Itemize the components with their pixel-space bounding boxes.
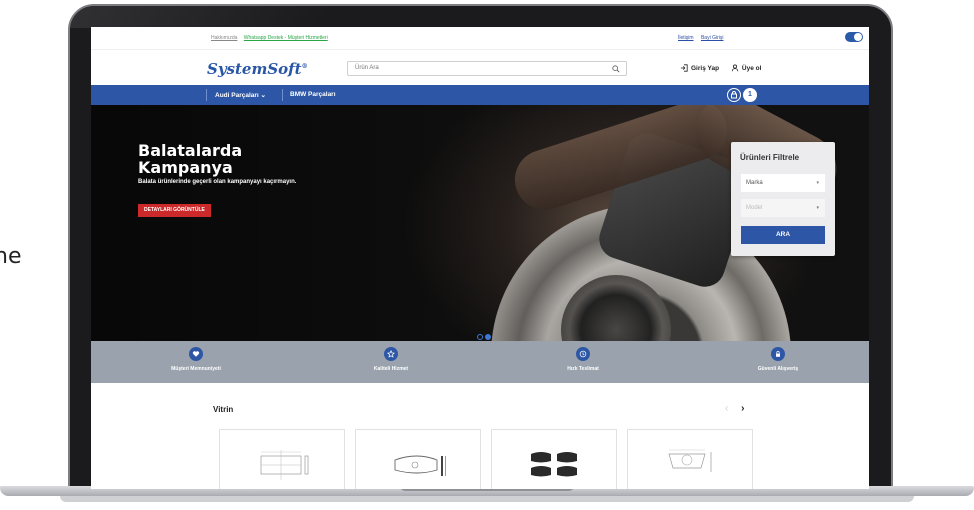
shopping-bag-icon	[727, 88, 741, 102]
slider-dot[interactable]	[477, 334, 483, 340]
cart-count-badge: 1	[743, 88, 757, 102]
slider-dot-active[interactable]	[485, 334, 491, 340]
feature-quality-service: Kaliteli Hizmet	[331, 347, 451, 372]
filter-title: Ürünleri Filtrele	[740, 153, 800, 162]
feature-secure-shopping: Güvenli Alışveriş	[718, 347, 838, 372]
laptop-base	[0, 486, 974, 510]
product-filter-panel: Ürünleri Filtrele Marka ▾ Model ▾ ARA	[731, 142, 835, 256]
lock-icon	[771, 347, 785, 361]
brand-select-value: Marka	[746, 180, 763, 186]
register-label: Üye ol	[741, 64, 762, 72]
brake-pad-set-image	[531, 452, 577, 477]
register-button[interactable]: Üye ol	[731, 64, 762, 72]
about-link[interactable]: Hakkımızda	[211, 35, 237, 41]
hero-details-button[interactable]: DETAYLARI GÖRÜNTÜLE	[138, 204, 211, 217]
model-select[interactable]: Model ▾	[741, 199, 825, 217]
chevron-right-icon[interactable]: ›	[741, 403, 744, 414]
clock-icon	[576, 347, 590, 361]
logo-text: SystemSoft	[207, 60, 302, 78]
top-bar: Hakkımızda Whatsapp Destek - Müşteri Hiz…	[91, 27, 869, 49]
chevron-down-icon: ▾	[816, 180, 819, 186]
header-actions: Giriş Yap Üye ol	[680, 64, 771, 74]
search-placeholder: Ürün Ara	[355, 65, 379, 71]
top-bar-right: İletişim Bayi Girişi	[678, 35, 729, 41]
feature-fast-delivery: Hızlı Teslimat	[523, 347, 643, 372]
nav-item-bmw[interactable]: BMW Parçaları	[290, 91, 336, 98]
logo-mark: ®	[301, 63, 308, 70]
brake-pad-drawing-image	[668, 449, 712, 472]
theme-toggle[interactable]	[845, 32, 863, 42]
laptop-screen: Hakkımızda Whatsapp Destek - Müşteri Hiz…	[91, 27, 869, 489]
feature-label: Kaliteli Hizmet	[373, 366, 409, 372]
showcase-title: Vitrin	[213, 405, 234, 414]
chevron-down-icon: ▾	[816, 205, 819, 211]
product-card[interactable]	[627, 429, 753, 489]
brand-select[interactable]: Marka ▾	[741, 174, 825, 192]
whatsapp-support-link[interactable]: Whatsapp Destek - Müşteri Hizmetleri	[244, 35, 328, 41]
hero-description: Balata ürünlerinde geçerli olan kampanya…	[138, 179, 297, 185]
side-fragment-text: ne	[0, 244, 22, 269]
search-input[interactable]: Ürün Ara	[347, 61, 627, 76]
main-nav: Audi Parçaları ⌄ BMW Parçaları 1	[91, 85, 869, 105]
chevron-down-icon: ⌄	[260, 92, 266, 99]
feature-label: Hızlı Teslimat	[567, 366, 599, 372]
filter-search-button[interactable]: ARA	[741, 226, 825, 244]
nav-divider	[206, 89, 207, 101]
contact-link[interactable]: İletişim	[678, 35, 694, 41]
nav-item-audi[interactable]: Audi Parçaları ⌄	[215, 91, 266, 99]
nav-item-audi-label: Audi Parçaları	[215, 92, 259, 99]
slider-dots	[477, 327, 493, 341]
laptop-shadow	[60, 496, 914, 502]
cart-button[interactable]: 1	[727, 88, 760, 102]
model-select-value: Model	[746, 205, 763, 211]
features-bar: Müşteri Memnuniyeti Kaliteli Hizmet Hızl…	[91, 341, 869, 383]
product-card[interactable]	[219, 429, 345, 489]
feature-label: Güvenli Alışveriş	[757, 366, 799, 372]
hero-title: Balatalarda Kampanya	[138, 141, 243, 177]
brake-pad-drawing-image	[394, 455, 446, 476]
page: ne Hakkımızda Whatsapp Destek - Müşteri …	[0, 0, 974, 510]
chevron-left-icon[interactable]: ‹	[725, 403, 728, 414]
login-button[interactable]: Giriş Yap	[680, 64, 719, 72]
site-logo[interactable]: SystemSoft®	[207, 60, 308, 78]
toggle-knob	[854, 33, 862, 41]
search-icon[interactable]	[612, 65, 620, 73]
hero-slider[interactable]: Balatalarda Kampanya Balata ürünlerinde …	[91, 105, 869, 341]
site-header: SystemSoft® Ürün Ara Giriş Yap Üye ol	[91, 49, 869, 85]
login-label: Giriş Yap	[691, 64, 720, 72]
product-card[interactable]	[491, 429, 617, 489]
user-icon	[731, 64, 739, 72]
feature-customer-satisfaction: Müşteri Memnuniyeti	[136, 347, 256, 372]
dealer-login-link[interactable]: Bayi Girişi	[701, 35, 724, 41]
showcase-arrows: ‹ ›	[725, 403, 744, 414]
heart-icon	[189, 347, 203, 361]
showcase-section: Vitrin ‹ ›	[91, 383, 869, 489]
top-bar-left: Hakkımızda Whatsapp Destek - Müşteri Hiz…	[211, 35, 333, 41]
star-icon	[384, 347, 398, 361]
login-icon	[680, 64, 688, 72]
product-card[interactable]	[355, 429, 481, 489]
nav-divider	[282, 89, 283, 101]
bezel-glare	[70, 6, 331, 28]
feature-label: Müşteri Memnuniyeti	[171, 366, 221, 372]
brake-pad-drawing-image	[260, 450, 309, 480]
